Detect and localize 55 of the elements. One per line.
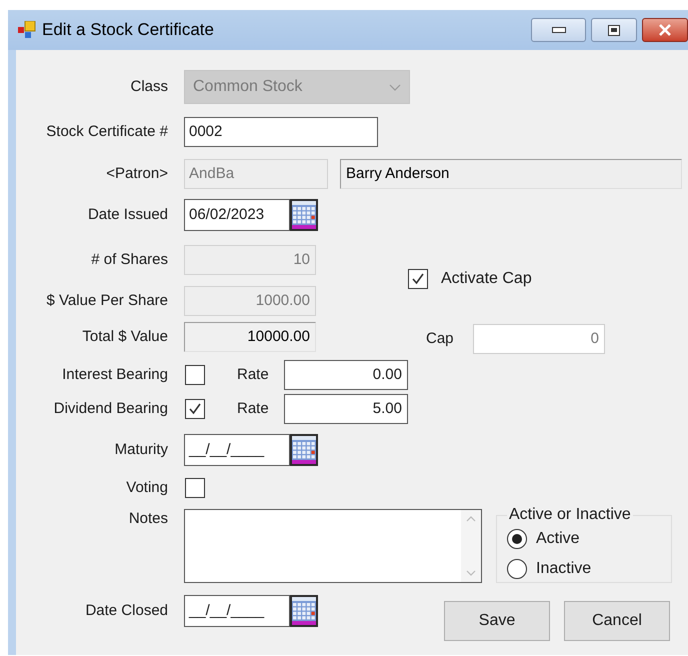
calendar-button[interactable] [290, 595, 318, 627]
checkmark-icon [411, 272, 425, 286]
readonly-field: 1000.00 [184, 286, 316, 316]
field-label: Class [130, 76, 168, 97]
field-label: Notes [128, 508, 168, 529]
checkbox-label: Activate Cap [441, 269, 532, 289]
readonly-field: 10000.00 [184, 322, 316, 352]
scrollbar[interactable] [461, 510, 481, 582]
date-field[interactable]: __/__/____ [184, 434, 290, 466]
group-title: Active or Inactive [508, 505, 632, 525]
readonly-field: 10 [184, 245, 316, 275]
dialog-button[interactable]: Cancel [564, 601, 670, 641]
minimize-icon [552, 27, 566, 33]
calendar-button[interactable] [290, 434, 318, 466]
field-label: Cap [426, 328, 455, 349]
date-field[interactable]: __/__/____ [184, 595, 290, 627]
certificate-number-field[interactable]: 0002 [184, 117, 378, 147]
patron-code-field[interactable]: AndBa [184, 159, 328, 189]
window-title: Edit a Stock Certificate [42, 19, 214, 42]
checkmark-icon [188, 402, 202, 416]
checkbox[interactable] [408, 269, 428, 289]
chevron-down-icon [389, 84, 401, 90]
field-label: Date Closed [85, 600, 168, 621]
app-icon [18, 21, 36, 39]
field-label: <Patron> [106, 164, 168, 184]
field-label: Rate [237, 398, 270, 419]
field-label: $ Value Per Share [46, 290, 168, 311]
field-label: Voting [126, 478, 168, 498]
field-label: Rate [237, 364, 270, 385]
calendar-button[interactable] [290, 199, 318, 231]
field-label: Total $ Value [82, 326, 168, 347]
dialog-button[interactable]: Save [444, 601, 550, 641]
field-label: # of Shares [91, 250, 168, 270]
field-label: Dividend Bearing [54, 398, 168, 419]
maximize-icon [608, 24, 620, 36]
date-field[interactable]: 06/02/2023 [184, 199, 290, 231]
minimize-button[interactable] [531, 18, 586, 42]
close-icon [658, 24, 672, 36]
scroll-up-icon [466, 516, 476, 522]
notes-field[interactable] [184, 509, 482, 583]
checkbox[interactable] [185, 365, 205, 385]
maximize-button[interactable] [591, 18, 637, 42]
field-label: Date Issued [88, 204, 168, 225]
rate-field[interactable]: 5.00 [284, 394, 408, 424]
rate-field[interactable]: 0.00 [284, 360, 408, 390]
radio-option[interactable]: Inactive [507, 557, 661, 581]
checkbox[interactable] [185, 478, 205, 498]
patron-name-field: Barry Anderson [340, 159, 682, 189]
close-button[interactable] [642, 18, 688, 42]
scroll-down-icon [466, 570, 476, 576]
radio-option[interactable]: Active [507, 527, 661, 551]
checkbox[interactable] [185, 399, 205, 419]
field-label: Interest Bearing [62, 364, 168, 385]
field-label: Stock Certificate # [46, 122, 168, 142]
field-label: Maturity [114, 440, 168, 460]
